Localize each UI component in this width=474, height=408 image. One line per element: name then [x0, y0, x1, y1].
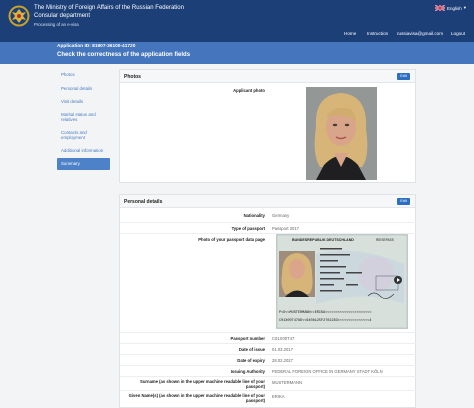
brand-title: The Ministry of Foreign Affairs of the R… — [34, 5, 184, 20]
brand-line1: The Ministry of Foreign Affairs of the R… — [34, 5, 184, 11]
issuing-authority-value: FEDERAL FOREIGN OFFICE IN GERMANY STADT … — [272, 369, 383, 374]
sidebar-item-additional-info[interactable]: Additional information — [57, 147, 110, 155]
language-selector[interactable]: English ▾ — [435, 5, 466, 11]
given-names-label: Given Name(s) (as shown in the upper mac… — [128, 393, 265, 403]
personal-edit-button[interactable]: Edit — [397, 198, 410, 205]
sidebar-item-personal-details[interactable]: Personal details — [57, 85, 110, 93]
date-of-expiry-label: Date of expiry — [237, 358, 265, 363]
passport-type-value: Passport 2017 — [272, 226, 300, 231]
application-id: Application ID: 81907-36100-41720 — [57, 44, 136, 49]
applicant-photo-label: Applicant photo — [233, 88, 265, 93]
nav-home[interactable]: Home — [344, 31, 356, 36]
passport-data-page-image[interactable]: BUNDESREPUBLIK DEUTSCHLAND REISEPASS P<D… — [276, 234, 408, 329]
nav-logout[interactable]: Logout — [451, 31, 465, 36]
issuing-authority-row: Issuing Authority FEDERAL FOREIGN OFFICE… — [120, 365, 417, 376]
brand-line2: Consular department — [34, 12, 91, 19]
passport-doc-text: REISEPASS — [376, 238, 394, 242]
surname-value: MUSTERMANN — [272, 380, 303, 385]
passport-mrz-line2: C01X00T478D<<6408125F2702283<<<<<<<<<<<<… — [279, 318, 371, 323]
passport-type-label: Type of passport — [231, 226, 265, 231]
date-of-issue-label: Date of issue — [238, 347, 265, 352]
date-of-expiry-value: 28.02.2027 — [272, 358, 293, 363]
photos-edit-button[interactable]: Edit — [397, 73, 410, 80]
nationality-row: Nationality Germany — [120, 210, 417, 221]
passport-number-value: C01X00T47 — [272, 336, 295, 341]
uk-flag-icon — [435, 5, 445, 11]
passport-mrz-line1: P<D<<MUSTERMANN<<ERIKA<<<<<<<<<<<<<<<<<<… — [279, 310, 371, 315]
nationality-value: Germany — [272, 213, 290, 218]
sidebar-item-visit-details[interactable]: Visit details — [57, 98, 110, 106]
given-names-row: Given Name(s) (as shown in the upper mac… — [120, 390, 417, 404]
top-nav: Home Instruction russiavisa@gmail.com Lo… — [0, 31, 474, 41]
date-of-issue-value: 01.03.2017 — [272, 347, 293, 352]
page-title: Check the correctness of the application… — [57, 52, 191, 58]
applicant-photo[interactable] — [306, 87, 377, 180]
personal-panel-header: Personal details Edit — [120, 195, 415, 208]
brand-subtitle: Processing of an e-visa — [34, 22, 79, 27]
passport-type-row: Type of passport Passport 2017 — [120, 222, 417, 233]
sidebar: Photos Personal details Visit details Ma… — [57, 70, 110, 170]
passport-number-row: Passport number C01X00T47 — [120, 332, 417, 343]
language-label: English — [447, 5, 462, 11]
nationality-label: Nationality — [243, 213, 265, 218]
passport-photo-label: Photo of your passport data page — [198, 237, 265, 242]
nav-instruction[interactable]: Instruction — [367, 31, 388, 36]
sidebar-item-summary[interactable]: Summary — [57, 158, 110, 170]
chevron-down-icon: ▾ — [463, 5, 467, 10]
surname-label: Surname (as shown in the upper machine r… — [140, 379, 265, 389]
surname-row: Surname (as shown in the upper machine r… — [120, 376, 417, 390]
russian-emblem-icon — [8, 5, 30, 27]
photos-panel-title: Photos — [124, 74, 141, 80]
nav-email[interactable]: russiavisa@gmail.com — [397, 31, 443, 36]
date-of-issue-row: Date of issue 01.03.2017 — [120, 343, 417, 354]
given-names-value: ERIKA — [272, 394, 285, 399]
passport-country-text: BUNDESREPUBLIK DEUTSCHLAND — [292, 238, 354, 242]
issuing-authority-label: Issuing Authority — [230, 369, 265, 374]
sidebar-item-contacts[interactable]: Contacts and employment — [57, 129, 101, 142]
photos-panel-header: Photos Edit — [120, 70, 415, 83]
sidebar-item-photos[interactable]: Photos — [57, 71, 110, 79]
passport-number-label: Passport number — [230, 336, 265, 341]
top-header: The Ministry of Foreign Affairs of the R… — [0, 0, 474, 42]
personal-panel-title: Personal details — [124, 199, 163, 205]
sidebar-item-marital-status[interactable]: Marital status and relatives — [57, 111, 101, 124]
date-of-expiry-row: Date of expiry 28.02.2027 — [120, 354, 417, 365]
